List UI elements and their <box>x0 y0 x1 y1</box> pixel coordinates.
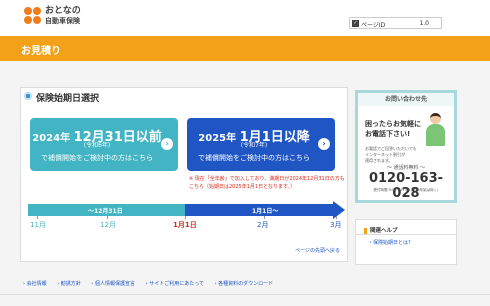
divider <box>0 294 490 295</box>
arrow-right-icon: › <box>318 138 330 150</box>
page-title: お見積り <box>21 46 61 57</box>
timeline-before-label: 〜12月31日 <box>88 208 123 215</box>
page-id-box: ✓ ページID 1.0 <box>349 17 442 29</box>
footer-links: 会社情報 勧誘方針 個人情報保護宣言 サイトご利用にあたって 各種資料のダウンロ… <box>23 280 282 287</box>
contact-box: お問い合わせ先 困ったらお気軽に お電話下さい! お電話でご回答いただいても イ… <box>355 90 457 203</box>
option-before-button[interactable]: 2024年 12月31日以前 (令和6年) で補償開始をご検討中の方はこちら › <box>30 118 178 171</box>
timeline-tick <box>107 216 108 219</box>
option-after-desc: で補償開始をご検討中の方はこちら <box>198 154 310 162</box>
footer-link-company[interactable]: 会社情報 <box>23 281 47 287</box>
footer-link-privacy[interactable]: 個人情報保護宣言 <box>91 281 135 287</box>
option-after-era: (令和7年) <box>240 142 268 149</box>
timeline-month: 11月 <box>30 221 46 229</box>
timeline-month-start: 1月1日 <box>173 221 197 229</box>
timeline-arrow-icon <box>333 201 345 219</box>
operator-icon <box>422 113 449 147</box>
arrow-right-icon: › <box>161 138 173 150</box>
footer-link-policy[interactable]: 勧誘方針 <box>57 281 81 287</box>
option-before-desc: で補償開始をご検討中の方はこちら <box>41 154 153 162</box>
timeline-month: 2月 <box>257 221 269 229</box>
footer-link-terms[interactable]: サイトご利用にあたって <box>146 281 204 287</box>
notice-text: ※ 現在「全年齢」で加入しており、満期日が2024年12月31日の方もこちら（始… <box>189 176 345 190</box>
contact-small-text: お電話でご回答いただいても インターネット割引が 適用されます。 <box>365 146 417 164</box>
logo-line2: 自動車保険 <box>45 17 80 25</box>
option-before-era: (令和6年) <box>83 142 111 149</box>
help-header: 関連ヘルプ <box>364 226 398 234</box>
divider <box>356 234 456 235</box>
logo-icon <box>24 7 42 27</box>
timeline-month: 3月 <box>330 221 342 229</box>
timeline-tick <box>336 216 337 219</box>
phone-number[interactable]: 0120-163-028 <box>358 171 454 201</box>
business-hours: 受付時間 9:00〜17:30 (年末年始は除く) <box>373 188 439 192</box>
section-title: 保険始期日選択 <box>36 94 100 104</box>
logo-line1: おとなの <box>45 6 81 16</box>
footer-link-downloads[interactable]: 各種資料のダウンロード <box>215 281 274 287</box>
contact-small-3: 適用されます。 <box>365 158 393 163</box>
site-header: おとなの 自動車保険 ✓ ページID 1.0 <box>0 0 490 36</box>
timeline-tick <box>264 216 265 219</box>
timeline-tick <box>185 216 186 219</box>
contact-small-1: お電話でご回答いただいても <box>365 146 417 151</box>
logo-text[interactable]: おとなの 自動車保険 <box>45 6 81 26</box>
help-link[interactable]: ・保険始期日とは? <box>368 239 411 246</box>
contact-small-2: インターネット割引が <box>365 152 405 157</box>
page-id-label: ページID <box>361 22 386 29</box>
page-title-bar: お見積り <box>0 36 490 61</box>
contact-headline-1: 困ったらお気軽に <box>365 120 421 128</box>
checkbox-icon: ✓ <box>352 20 359 27</box>
timeline-after-label: 1月1日〜 <box>252 208 279 215</box>
free-call-label: 〜 通話料無料 〜 <box>386 165 426 171</box>
timeline-month: 12月 <box>100 221 116 229</box>
page-id-value: 1.0 <box>419 20 429 27</box>
contact-headline-2: お電話下さい! <box>365 130 411 138</box>
contact-header: お問い合わせ先 <box>358 93 454 106</box>
timeline-tick <box>37 216 38 219</box>
contact-headline: 困ったらお気軽に お電話下さい! <box>365 119 421 139</box>
help-box: 関連ヘルプ ・保険始期日とは? <box>355 219 457 265</box>
option-after-button[interactable]: 2025年 1月1日以降 (令和7年) で補償開始をご検討中の方はこちら › <box>187 118 335 171</box>
back-to-top-link[interactable]: ページの先頭へ戻る <box>295 247 340 254</box>
section-bullet-icon <box>24 92 32 100</box>
